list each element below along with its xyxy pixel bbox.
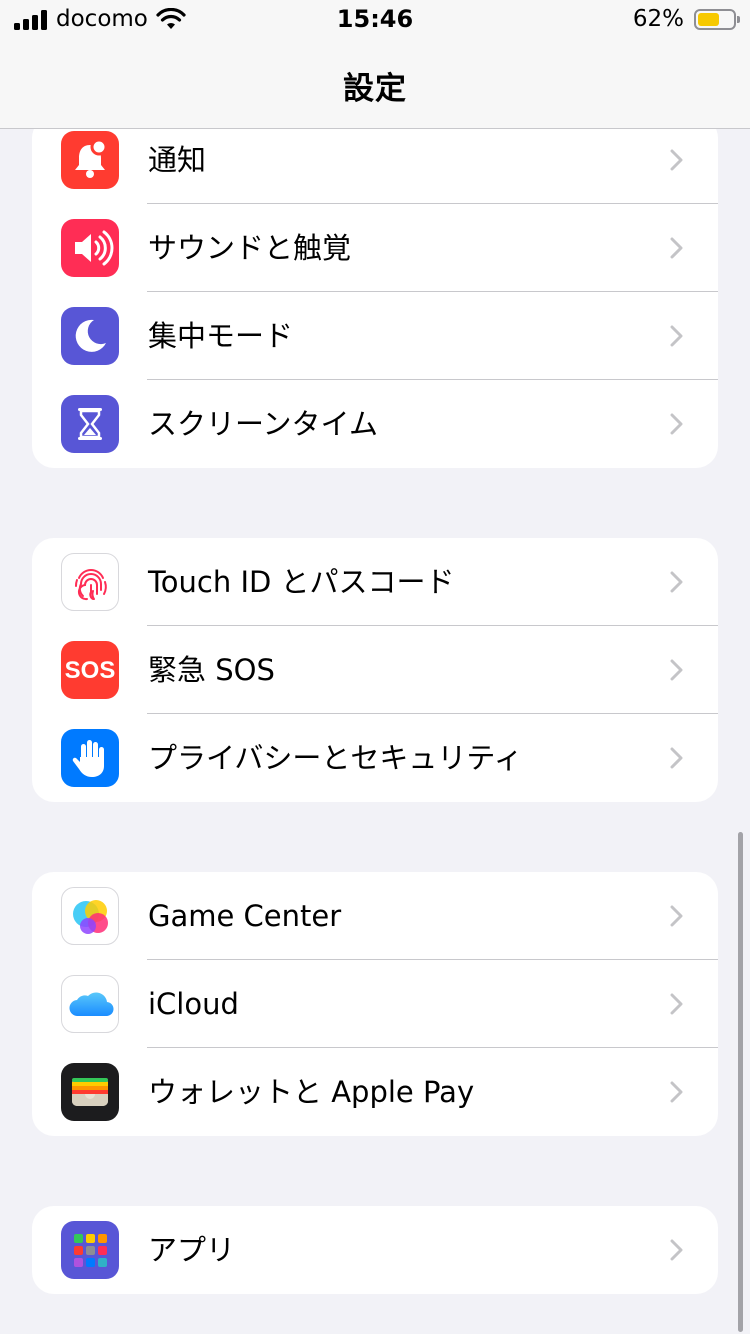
- settings-row-notifications[interactable]: 通知: [32, 116, 718, 204]
- chevron-right-icon: [670, 993, 683, 1015]
- scrollbar[interactable]: [738, 832, 743, 1332]
- settings-group-security: Touch ID とパスコード SOS 緊急 SOS プライバシーとセキュリティ: [32, 538, 718, 802]
- sound-icon: [61, 219, 119, 277]
- game-center-icon: [61, 887, 119, 945]
- settings-row-label: サウンドと触覚: [148, 231, 352, 265]
- settings-row-icloud[interactable]: iCloud: [32, 960, 718, 1048]
- chevron-right-icon: [670, 747, 683, 769]
- settings-group-notifications: 通知 サウンドと触覚 集中モード スクリーンタイム: [32, 116, 718, 468]
- settings-row-screen-time[interactable]: スクリーンタイム: [32, 380, 718, 468]
- chevron-right-icon: [670, 1239, 683, 1261]
- hourglass-icon: [61, 395, 119, 453]
- sos-icon-text: SOS: [65, 657, 116, 684]
- apps-grid-icon: [61, 1221, 119, 1279]
- fingerprint-icon: [61, 553, 119, 611]
- wallet-icon: [61, 1063, 119, 1121]
- settings-row-label: ウォレットと Apple Pay: [148, 1075, 475, 1109]
- battery-percentage: 62%: [632, 6, 684, 32]
- chevron-right-icon: [670, 1081, 683, 1103]
- settings-group-apps: アプリ: [32, 1206, 718, 1294]
- settings-row-label: iCloud: [148, 987, 239, 1021]
- settings-row-label: Touch ID とパスコード: [148, 565, 455, 599]
- settings-row-focus[interactable]: 集中モード: [32, 292, 718, 380]
- battery-icon: [694, 9, 740, 30]
- battery-level-fill: [698, 13, 719, 26]
- settings-group-accounts: Game Center iCloud ウォレットと Apple Pay: [32, 872, 718, 1136]
- chevron-right-icon: [670, 237, 683, 259]
- settings-row-label: 集中モード: [148, 319, 294, 353]
- notifications-icon: [61, 131, 119, 189]
- settings-row-label: アプリ: [148, 1233, 236, 1267]
- chevron-right-icon: [670, 413, 683, 435]
- settings-row-game-center[interactable]: Game Center: [32, 872, 718, 960]
- top-bar: docomo 15:46 62% 設定: [0, 0, 750, 129]
- icloud-icon: [61, 975, 119, 1033]
- chevron-right-icon: [670, 325, 683, 347]
- settings-row-label: 通知: [148, 143, 207, 177]
- settings-row-apps[interactable]: アプリ: [32, 1206, 718, 1294]
- settings-row-label: スクリーンタイム: [148, 407, 378, 441]
- status-bar: docomo 15:46 62%: [0, 0, 750, 40]
- settings-row-wallet[interactable]: ウォレットと Apple Pay: [32, 1048, 718, 1136]
- settings-row-label: Game Center: [148, 899, 342, 933]
- moon-icon: [61, 307, 119, 365]
- settings-row-label: プライバシーとセキュリティ: [148, 741, 523, 775]
- settings-row-privacy-security[interactable]: プライバシーとセキュリティ: [32, 714, 718, 802]
- settings-row-sounds-haptics[interactable]: サウンドと触覚: [32, 204, 718, 292]
- page-title: 設定: [343, 71, 407, 107]
- sos-icon: SOS: [61, 641, 119, 699]
- chevron-right-icon: [670, 905, 683, 927]
- settings-row-emergency-sos[interactable]: SOS 緊急 SOS: [32, 626, 718, 714]
- settings-row-label: 緊急 SOS: [148, 653, 275, 687]
- chevron-right-icon: [670, 571, 683, 593]
- chevron-right-icon: [670, 149, 683, 171]
- chevron-right-icon: [670, 659, 683, 681]
- settings-row-touch-id[interactable]: Touch ID とパスコード: [32, 538, 718, 626]
- hand-icon: [61, 729, 119, 787]
